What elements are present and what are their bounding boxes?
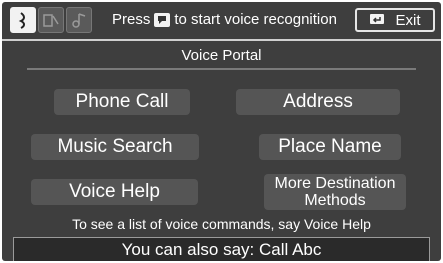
header-divider: [2, 39, 441, 41]
exit-label: Exit: [395, 11, 421, 29]
talk-button-icon: [154, 12, 171, 27]
mode-icon-group: [10, 7, 94, 33]
place-name-button[interactable]: Place Name: [259, 134, 401, 160]
prompt-text-after: to start voice recognition: [174, 11, 337, 28]
audio-mode-icon[interactable]: [66, 7, 92, 33]
top-bar: Press to start voice recognition Exit: [2, 2, 441, 38]
voice-prompt: Press to start voice recognition: [112, 11, 337, 28]
more-destination-methods-button[interactable]: More Destination Methods: [264, 174, 406, 210]
exit-button[interactable]: Exit: [355, 8, 435, 32]
voice-help-button[interactable]: Voice Help: [31, 179, 198, 205]
back-arrow-icon: [369, 12, 385, 29]
phone-mode-icon[interactable]: [38, 7, 64, 33]
page-title: Voice Portal: [181, 47, 262, 64]
also-say-bar: You can also say: Call Abc: [13, 237, 430, 261]
main-panel: Press to start voice recognition Exit Vo…: [2, 2, 441, 261]
voice-help-hint: To see a list of voice commands, say Voi…: [72, 216, 371, 232]
title-divider: [27, 68, 416, 70]
address-button[interactable]: Address: [236, 89, 400, 115]
prompt-text-before: Press: [112, 11, 151, 28]
voice-portal-screen: Press to start voice recognition Exit Vo…: [0, 0, 443, 263]
music-search-button[interactable]: Music Search: [31, 134, 199, 160]
phone-call-button[interactable]: Phone Call: [54, 89, 190, 115]
talk-mode-icon[interactable]: [10, 7, 36, 33]
